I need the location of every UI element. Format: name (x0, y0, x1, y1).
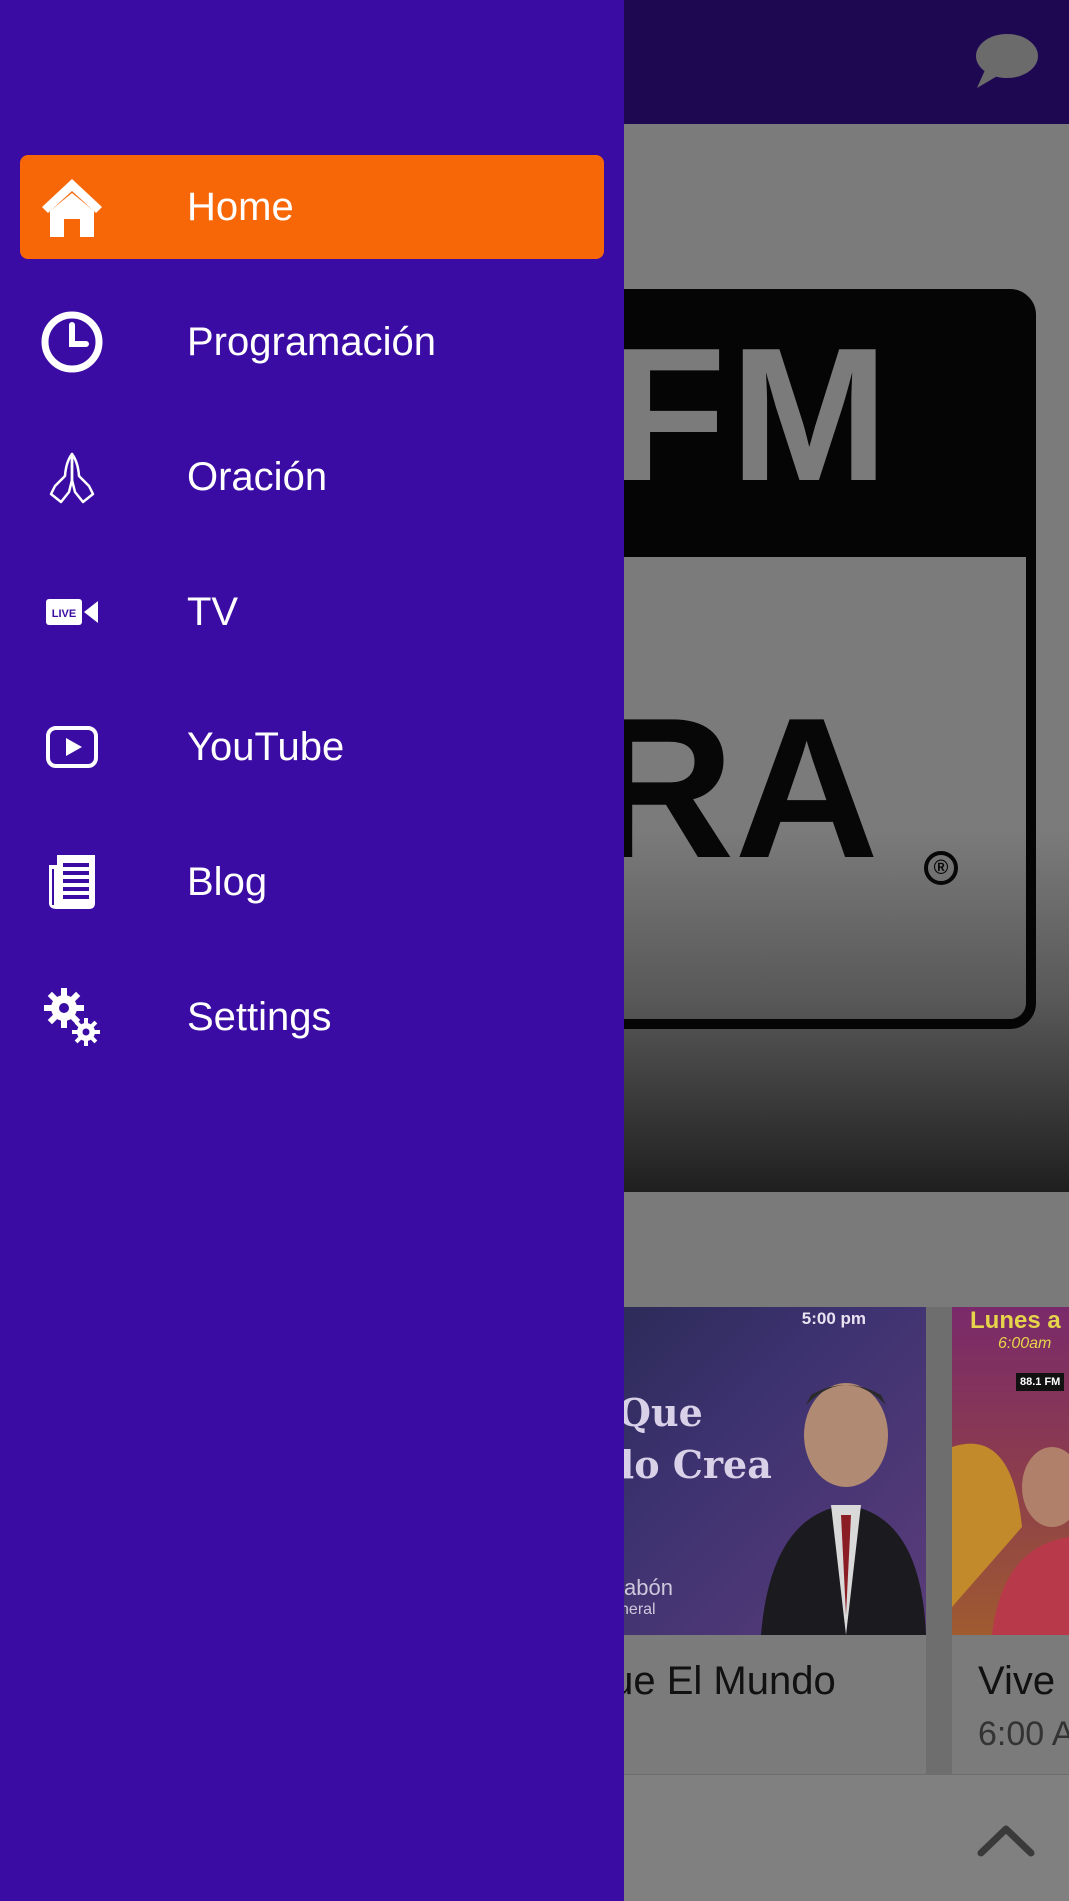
menu-item-label: Programación (187, 320, 437, 364)
menu-item-youtube[interactable]: YouTube (20, 695, 604, 799)
home-icon (22, 155, 122, 259)
praying-hands-icon (22, 425, 122, 529)
logo-fm-text: FM (610, 309, 893, 521)
navigation-drawer: Home Programación Oración LIVE TV YouTub… (0, 0, 624, 1901)
menu-item-label: TV (187, 590, 239, 634)
menu-item-programacion[interactable]: Programación (20, 290, 604, 394)
gears-icon (22, 965, 122, 1069)
news-article-icon (22, 830, 122, 934)
program-image-time: 5:00 pm (801, 1309, 866, 1328)
live-video-icon: LIVE (22, 560, 122, 664)
menu-item-oracion[interactable]: Oración (20, 425, 604, 529)
logo-brand-text: RA (590, 677, 879, 900)
svg-text:LIVE: LIVE (52, 608, 76, 620)
host-photo (952, 1443, 1069, 1635)
menu-item-label: Blog (187, 860, 268, 904)
clock-icon (22, 290, 122, 394)
program-card[interactable]: Lunes a 6:00am 88.1 FM Vive 6:00 A (952, 1307, 1069, 1777)
menu-item-tv[interactable]: LIVE TV (20, 560, 604, 664)
program-card-image: 5:00 pm a Que ndo Crea az Pabón or Gener… (580, 1307, 926, 1635)
menu-item-label: Settings (187, 995, 332, 1039)
menu-item-settings[interactable]: Settings (20, 965, 604, 1069)
program-time: 6:00 A (978, 1715, 1069, 1753)
menu-item-label: Home (187, 185, 294, 229)
program-card-image: Lunes a 6:00am 88.1 FM (952, 1307, 1069, 1635)
menu-item-home[interactable]: Home (20, 155, 604, 259)
menu-item-label: YouTube (187, 725, 345, 769)
program-image-heading: Lunes a (970, 1307, 1061, 1334)
card-divider (926, 1307, 952, 1777)
youtube-play-icon (22, 695, 122, 799)
registered-mark: ® (924, 851, 958, 885)
chevron-up-icon[interactable] (977, 1821, 1035, 1857)
host-photo (761, 1383, 926, 1635)
app-root: FM RA ® 5:00 pm a Que ndo Crea az Pabón … (0, 0, 1069, 1901)
chat-bubble-icon[interactable] (971, 32, 1039, 90)
program-title: Vive (978, 1659, 1056, 1703)
program-image-badge: 88.1 FM (1016, 1373, 1065, 1391)
menu-item-blog[interactable]: Blog (20, 830, 604, 934)
program-card[interactable]: 5:00 pm a Que ndo Crea az Pabón or Gener… (580, 1307, 926, 1777)
menu-item-label: Oración (187, 455, 328, 499)
drawer-menu: Home Programación Oración LIVE TV YouTub… (0, 155, 624, 1100)
program-image-time: 6:00am (998, 1335, 1052, 1352)
